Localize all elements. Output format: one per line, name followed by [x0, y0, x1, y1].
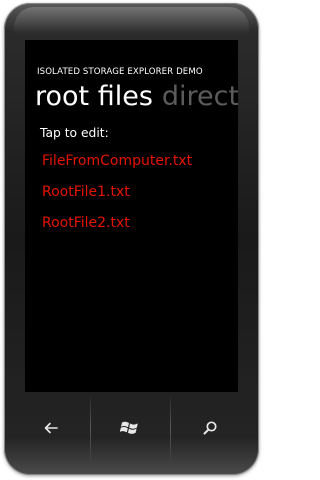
file-item-filefromcomputer[interactable]: FileFromComputer.txt: [42, 152, 192, 183]
pivot-header: root files directories: [35, 80, 238, 114]
pivot-item-root-files[interactable]: root files: [35, 81, 153, 112]
file-list: FileFromComputer.txt RootFile1.txt RootF…: [42, 152, 192, 245]
pivot-item-directories[interactable]: directories: [162, 81, 238, 112]
start-button[interactable]: [91, 393, 169, 463]
phone-screen: ISOLATED STORAGE EXPLORER DEMO root file…: [25, 40, 238, 392]
hardware-button-bar: [12, 393, 249, 463]
back-arrow-icon: [44, 422, 58, 434]
windows-logo-icon: [120, 421, 139, 434]
search-button[interactable]: [171, 393, 249, 463]
back-button[interactable]: [12, 393, 90, 463]
app-title: ISOLATED STORAGE EXPLORER DEMO: [37, 67, 203, 77]
file-item-rootfile1[interactable]: RootFile1.txt: [42, 183, 192, 214]
search-icon: [203, 421, 217, 435]
edit-prompt: Tap to edit:: [40, 126, 109, 140]
file-item-rootfile2[interactable]: RootFile2.txt: [42, 214, 192, 245]
phone-gloss: [14, 7, 249, 35]
